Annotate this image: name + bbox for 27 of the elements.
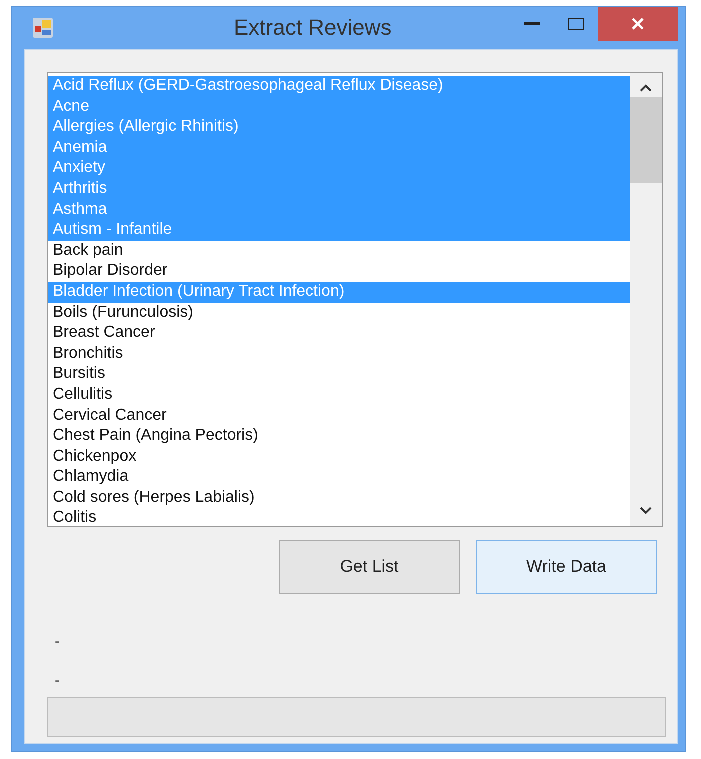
scroll-thumb[interactable] xyxy=(630,97,662,183)
list-item[interactable]: Cold sores (Herpes Labialis) xyxy=(48,488,630,508)
list-item[interactable]: Cellulitis xyxy=(48,384,630,406)
list-item[interactable]: Bronchitis xyxy=(48,344,630,364)
close-icon xyxy=(631,17,645,31)
status-label: - xyxy=(55,632,60,651)
list-item[interactable]: Bipolar Disorder xyxy=(48,261,630,282)
scrollbar[interactable] xyxy=(630,73,662,526)
list-item[interactable]: Chlamydia xyxy=(48,467,630,488)
action-button[interactable]: Get List xyxy=(279,540,460,594)
list-item[interactable]: Chickenpox xyxy=(48,446,630,468)
list-item[interactable]: Chest Pain (Angina Pectoris) xyxy=(48,426,630,447)
scroll-up-icon[interactable] xyxy=(639,83,653,93)
maximize-icon xyxy=(568,18,584,30)
list-item[interactable]: Cervical Cancer xyxy=(48,406,630,426)
app-icon xyxy=(32,17,54,39)
list-item[interactable]: Bursitis xyxy=(48,364,630,385)
minimize-icon xyxy=(524,22,540,26)
status-label: - xyxy=(55,671,60,690)
action-button[interactable]: Write Data xyxy=(476,540,657,594)
scroll-down-icon[interactable] xyxy=(639,506,653,516)
list-item[interactable]: Colitis xyxy=(48,508,630,526)
list-item[interactable]: Back pain xyxy=(48,240,630,262)
close-button[interactable] xyxy=(598,7,678,41)
list-item[interactable]: Breast Cancer xyxy=(48,323,630,344)
list-item[interactable]: Boils (Furunculosis) xyxy=(48,302,630,324)
window-title: Extract Reviews xyxy=(234,15,392,41)
